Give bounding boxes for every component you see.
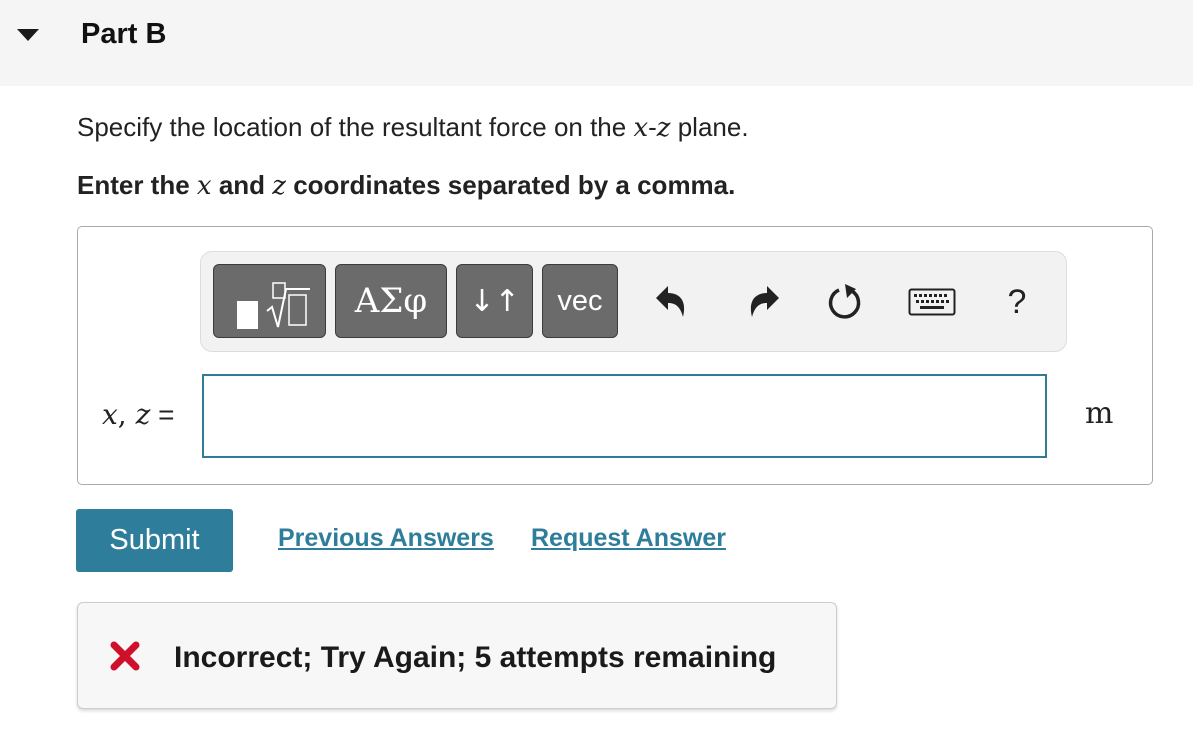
keyboard-icon (908, 288, 955, 316)
request-answer-link[interactable]: Request Answer (531, 524, 726, 553)
instruction-var-x: x (196, 171, 212, 201)
undo-button[interactable] (650, 276, 694, 328)
previous-answers-link[interactable]: Previous Answers (278, 524, 494, 553)
dash: - (648, 112, 657, 142)
instruction-part-2: coordinates separated by a comma. (285, 170, 736, 200)
answer-input[interactable] (202, 374, 1047, 458)
instruction-and: and (211, 170, 273, 200)
answer-label-x: x (102, 398, 118, 431)
instruction-var-z: z (272, 171, 286, 201)
sub-superscript-button[interactable]: ↓↑ (456, 264, 533, 338)
templates-icon (236, 282, 310, 329)
answer-label-equals: = (150, 399, 175, 430)
greek-symbols-button[interactable]: ΑΣφ (335, 264, 447, 338)
question-text-after: plane. (670, 112, 749, 142)
var-z: z (656, 113, 671, 143)
redo-button[interactable] (741, 276, 785, 328)
templates-button[interactable] (213, 264, 326, 338)
answer-label-z: z (135, 398, 151, 431)
help-button[interactable]: ? (995, 276, 1039, 328)
part-title: Part B (81, 18, 167, 50)
reset-button[interactable] (823, 276, 867, 328)
reset-icon (828, 284, 861, 319)
unit-label: m (1085, 396, 1114, 431)
keyboard-button[interactable] (904, 276, 959, 328)
collapse-caret-icon[interactable] (17, 29, 39, 41)
question-text-before: Specify the location of the resultant fo… (77, 112, 634, 142)
redo-icon (750, 286, 779, 317)
answer-label: x, z = (102, 398, 175, 431)
feedback-message: Incorrect; Try Again; 5 attempts remaini… (174, 641, 777, 674)
part-header[interactable]: Part B (0, 0, 1193, 86)
vector-button[interactable]: vec (542, 264, 618, 338)
var-x: x (633, 113, 649, 143)
question-text: Specify the location of the resultant fo… (77, 112, 749, 143)
instruction-text: Enter the x and z coordinates separated … (77, 170, 735, 201)
undo-icon (656, 286, 685, 317)
submit-button[interactable]: Submit (76, 509, 233, 572)
instruction-part-1: Enter the (77, 170, 197, 200)
incorrect-x-icon (110, 641, 140, 671)
answer-label-comma: , (117, 398, 136, 431)
